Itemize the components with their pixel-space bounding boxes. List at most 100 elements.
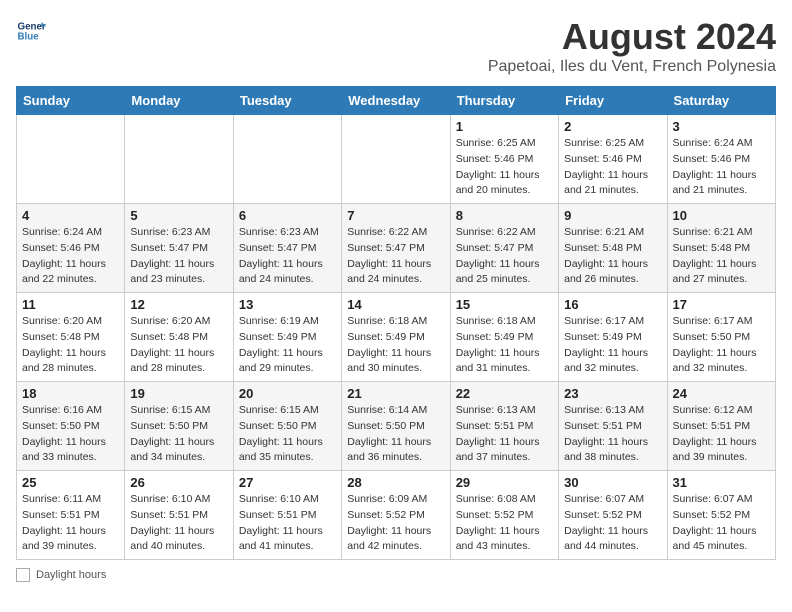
day-number: 5 <box>130 208 227 223</box>
day-info: Sunrise: 6:14 AMSunset: 5:50 PMDaylight:… <box>347 403 444 466</box>
footer-label: Daylight hours <box>36 569 106 581</box>
calendar-cell <box>125 115 233 204</box>
day-info: Sunrise: 6:22 AMSunset: 5:47 PMDaylight:… <box>456 225 553 288</box>
calendar-week-row: 4 Sunrise: 6:24 AMSunset: 5:46 PMDaylight… <box>17 204 776 293</box>
day-number: 3 <box>673 119 770 134</box>
title-block: August 2024 Papetoai, Iles du Vent, Fren… <box>488 16 776 76</box>
day-info: Sunrise: 6:17 AMSunset: 5:50 PMDaylight:… <box>673 314 770 377</box>
day-number: 11 <box>22 297 119 312</box>
day-number: 19 <box>130 386 227 401</box>
calendar-cell <box>17 115 125 204</box>
calendar-cell: 1 Sunrise: 6:25 AMSunset: 5:46 PMDaylight… <box>450 115 558 204</box>
day-number: 10 <box>673 208 770 223</box>
logo: General Blue <box>16 16 46 46</box>
calendar-cell: 23 Sunrise: 6:13 AMSunset: 5:51 PMDayligh… <box>559 382 667 471</box>
day-number: 7 <box>347 208 444 223</box>
day-info: Sunrise: 6:23 AMSunset: 5:47 PMDaylight:… <box>239 225 336 288</box>
footer: Daylight hours <box>16 568 776 582</box>
day-info: Sunrise: 6:09 AMSunset: 5:52 PMDaylight:… <box>347 492 444 555</box>
calendar-cell: 2 Sunrise: 6:25 AMSunset: 5:46 PMDaylight… <box>559 115 667 204</box>
logo-icon: General Blue <box>16 16 46 46</box>
calendar-cell: 8 Sunrise: 6:22 AMSunset: 5:47 PMDaylight… <box>450 204 558 293</box>
day-info: Sunrise: 6:24 AMSunset: 5:46 PMDaylight:… <box>22 225 119 288</box>
day-number: 6 <box>239 208 336 223</box>
day-number: 2 <box>564 119 661 134</box>
svg-text:Blue: Blue <box>18 31 40 42</box>
day-number: 17 <box>673 297 770 312</box>
day-info: Sunrise: 6:20 AMSunset: 5:48 PMDaylight:… <box>130 314 227 377</box>
day-header-thursday: Thursday <box>450 87 558 115</box>
calendar-cell: 19Sunrise: 6:15 AMSunset: 5:50 PMDayligh… <box>125 382 233 471</box>
day-number: 20 <box>239 386 336 401</box>
calendar-cell: 11 Sunrise: 6:20 AMSunset: 5:48 PMDayligh… <box>17 293 125 382</box>
day-number: 29 <box>456 475 553 490</box>
calendar-cell: 27Sunrise: 6:10 AMSunset: 5:51 PMDayligh… <box>233 471 341 560</box>
calendar-week-row: 25 Sunrise: 6:11 AMSunset: 5:51 PMDayligh… <box>17 471 776 560</box>
calendar-cell <box>233 115 341 204</box>
day-number: 28 <box>347 475 444 490</box>
day-number: 21 <box>347 386 444 401</box>
calendar-cell: 21 Sunrise: 6:14 AMSunset: 5:50 PMDayligh… <box>342 382 450 471</box>
calendar-cell: 3 Sunrise: 6:24 AMSunset: 5:46 PMDaylight… <box>667 115 775 204</box>
day-number: 25 <box>22 475 119 490</box>
day-info: Sunrise: 6:15 AMSunset: 5:50 PMDaylight:… <box>239 403 336 466</box>
calendar-cell: 31 Sunrise: 6:07 AMSunset: 5:52 PMDayligh… <box>667 471 775 560</box>
day-info: Sunrise: 6:10 AMSunset: 5:51 PMDaylight:… <box>130 492 227 555</box>
calendar-cell: 12Sunrise: 6:20 AMSunset: 5:48 PMDayligh… <box>125 293 233 382</box>
calendar-table: SundayMondayTuesdayWednesdayThursdayFrid… <box>16 86 776 560</box>
calendar-cell: 7 Sunrise: 6:22 AMSunset: 5:47 PMDaylight… <box>342 204 450 293</box>
day-number: 23 <box>564 386 661 401</box>
day-info: Sunrise: 6:11 AMSunset: 5:51 PMDaylight:… <box>22 492 119 555</box>
day-info: Sunrise: 6:13 AMSunset: 5:51 PMDaylight:… <box>564 403 661 466</box>
day-number: 8 <box>456 208 553 223</box>
calendar-cell: 6 Sunrise: 6:23 AMSunset: 5:47 PMDaylight… <box>233 204 341 293</box>
calendar-week-row: 18 Sunrise: 6:16 AMSunset: 5:50 PMDayligh… <box>17 382 776 471</box>
day-info: Sunrise: 6:20 AMSunset: 5:48 PMDaylight:… <box>22 314 119 377</box>
calendar-cell: 15Sunrise: 6:18 AMSunset: 5:49 PMDayligh… <box>450 293 558 382</box>
day-number: 1 <box>456 119 553 134</box>
day-info: Sunrise: 6:18 AMSunset: 5:49 PMDaylight:… <box>456 314 553 377</box>
day-info: Sunrise: 6:24 AMSunset: 5:46 PMDaylight:… <box>673 136 770 199</box>
day-header-friday: Friday <box>559 87 667 115</box>
day-info: Sunrise: 6:07 AMSunset: 5:52 PMDaylight:… <box>673 492 770 555</box>
day-header-wednesday: Wednesday <box>342 87 450 115</box>
day-info: Sunrise: 6:21 AMSunset: 5:48 PMDaylight:… <box>673 225 770 288</box>
day-number: 18 <box>22 386 119 401</box>
day-info: Sunrise: 6:25 AMSunset: 5:46 PMDaylight:… <box>456 136 553 199</box>
day-number: 14 <box>347 297 444 312</box>
footer-box <box>16 568 30 582</box>
calendar-cell: 18 Sunrise: 6:16 AMSunset: 5:50 PMDayligh… <box>17 382 125 471</box>
day-info: Sunrise: 6:19 AMSunset: 5:49 PMDaylight:… <box>239 314 336 377</box>
calendar-cell: 13 Sunrise: 6:19 AMSunset: 5:49 PMDayligh… <box>233 293 341 382</box>
day-number: 26 <box>130 475 227 490</box>
day-info: Sunrise: 6:16 AMSunset: 5:50 PMDaylight:… <box>22 403 119 466</box>
calendar-cell <box>342 115 450 204</box>
calendar-cell: 10 Sunrise: 6:21 AMSunset: 5:48 PMDayligh… <box>667 204 775 293</box>
calendar-cell: 28 Sunrise: 6:09 AMSunset: 5:52 PMDayligh… <box>342 471 450 560</box>
calendar-cell: 25 Sunrise: 6:11 AMSunset: 5:51 PMDayligh… <box>17 471 125 560</box>
calendar-week-row: 1 Sunrise: 6:25 AMSunset: 5:46 PMDaylight… <box>17 115 776 204</box>
day-number: 9 <box>564 208 661 223</box>
day-info: Sunrise: 6:10 AMSunset: 5:51 PMDaylight:… <box>239 492 336 555</box>
day-number: 13 <box>239 297 336 312</box>
day-info: Sunrise: 6:07 AMSunset: 5:52 PMDaylight:… <box>564 492 661 555</box>
calendar-cell: 9Sunrise: 6:21 AMSunset: 5:48 PMDaylight… <box>559 204 667 293</box>
day-info: Sunrise: 6:17 AMSunset: 5:49 PMDaylight:… <box>564 314 661 377</box>
day-header-saturday: Saturday <box>667 87 775 115</box>
day-info: Sunrise: 6:12 AMSunset: 5:51 PMDaylight:… <box>673 403 770 466</box>
day-info: Sunrise: 6:13 AMSunset: 5:51 PMDaylight:… <box>456 403 553 466</box>
calendar-cell: 14Sunrise: 6:18 AMSunset: 5:49 PMDayligh… <box>342 293 450 382</box>
day-info: Sunrise: 6:25 AMSunset: 5:46 PMDaylight:… <box>564 136 661 199</box>
location-subtitle: Papetoai, Iles du Vent, French Polynesia <box>488 58 776 76</box>
day-info: Sunrise: 6:22 AMSunset: 5:47 PMDaylight:… <box>347 225 444 288</box>
calendar-cell: 17 Sunrise: 6:17 AMSunset: 5:50 PMDayligh… <box>667 293 775 382</box>
calendar-cell: 5Sunrise: 6:23 AMSunset: 5:47 PMDaylight… <box>125 204 233 293</box>
calendar-cell: 22 Sunrise: 6:13 AMSunset: 5:51 PMDayligh… <box>450 382 558 471</box>
day-number: 16 <box>564 297 661 312</box>
day-number: 22 <box>456 386 553 401</box>
calendar-cell: 20 Sunrise: 6:15 AMSunset: 5:50 PMDayligh… <box>233 382 341 471</box>
day-number: 24 <box>673 386 770 401</box>
day-header-sunday: Sunday <box>17 87 125 115</box>
day-number: 31 <box>673 475 770 490</box>
day-number: 4 <box>22 208 119 223</box>
